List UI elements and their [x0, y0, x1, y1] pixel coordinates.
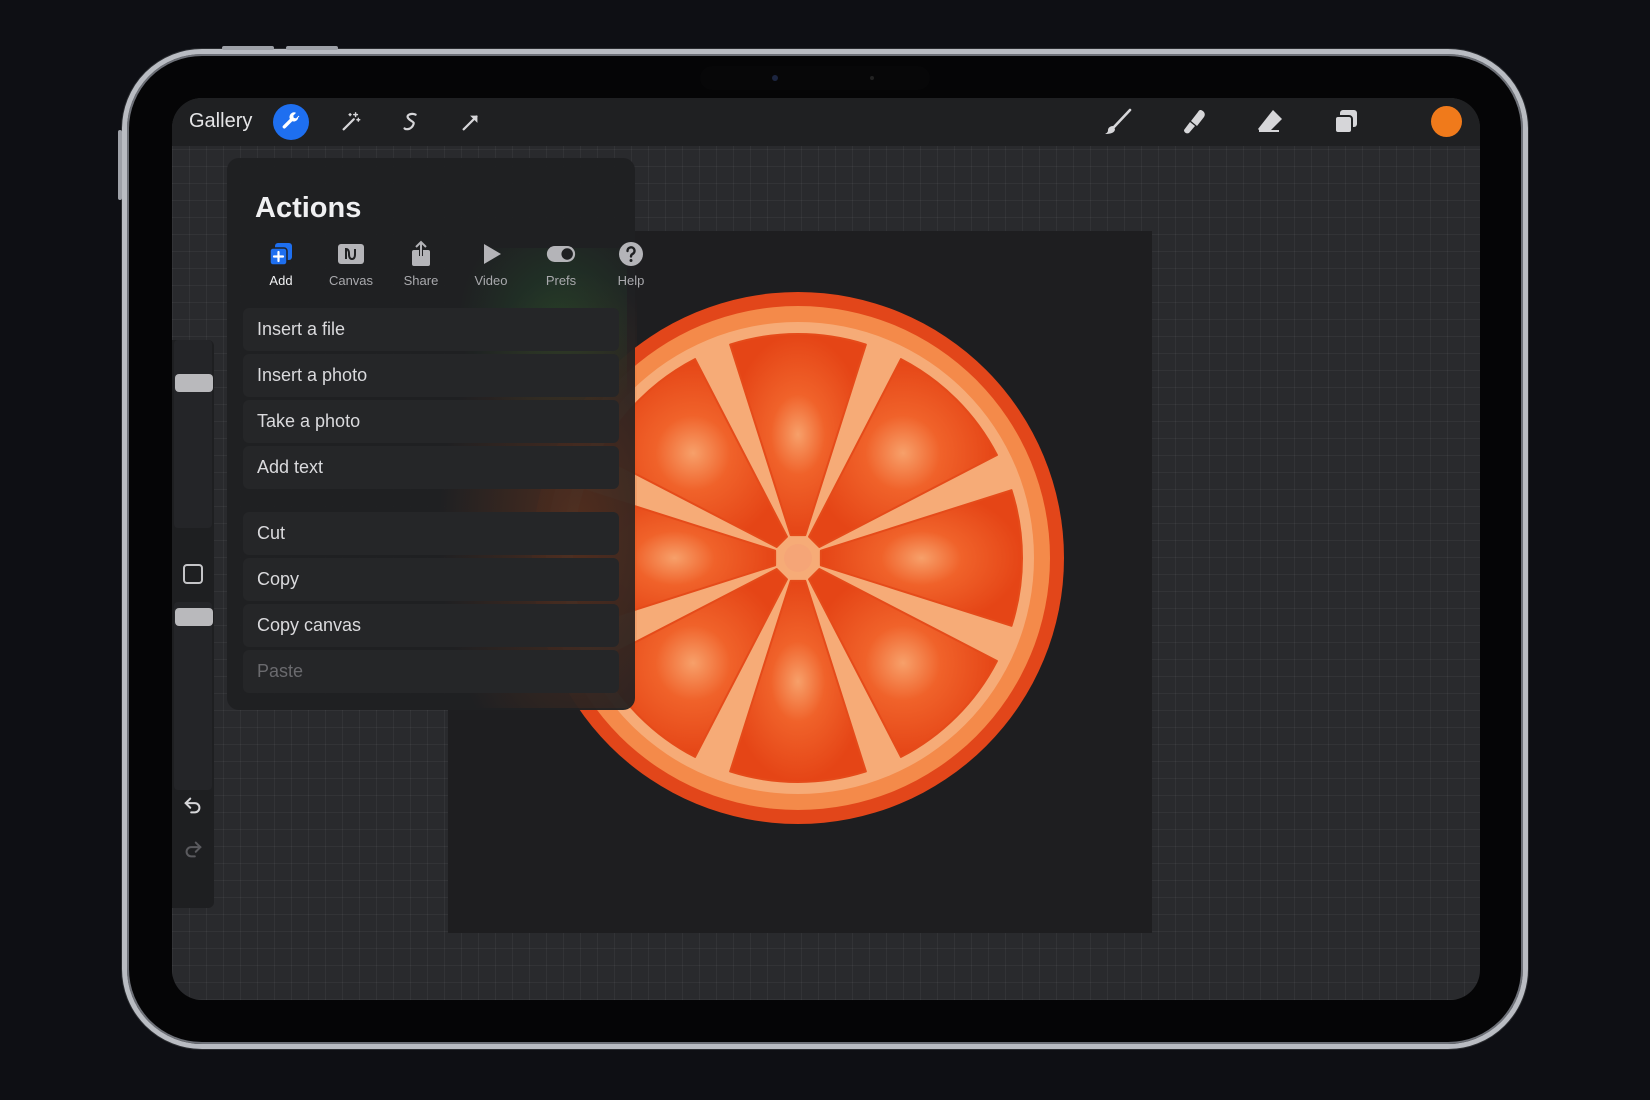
- camera-lens: [772, 75, 778, 81]
- insert-photo-item[interactable]: Insert a photo: [243, 354, 619, 397]
- tab-help[interactable]: Help: [601, 238, 661, 294]
- brush-icon[interactable]: [1100, 104, 1136, 140]
- actions-wrench-icon[interactable]: [273, 104, 309, 140]
- gallery-button[interactable]: Gallery: [189, 110, 252, 133]
- brush-size-slider[interactable]: [174, 340, 213, 528]
- tab-share[interactable]: Share: [391, 238, 451, 294]
- copy-item[interactable]: Copy: [243, 558, 619, 601]
- power-button: [118, 130, 122, 200]
- modify-square-button[interactable]: [183, 564, 203, 584]
- tab-prefs[interactable]: Prefs: [531, 238, 591, 294]
- tab-label: Add: [269, 273, 293, 288]
- transform-arrow-icon[interactable]: [453, 104, 489, 140]
- tab-label: Help: [617, 273, 645, 288]
- tab-video[interactable]: Video: [461, 238, 521, 294]
- cut-item[interactable]: Cut: [243, 512, 619, 555]
- actions-panel: Actions Add Canvas Share Video Prefs Hel…: [227, 158, 644, 710]
- redo-icon[interactable]: [180, 836, 206, 862]
- adjustments-magic-wand-icon[interactable]: [333, 104, 369, 140]
- tab-label: Share: [403, 273, 439, 288]
- insert-file-item[interactable]: Insert a file: [243, 308, 619, 351]
- paste-item[interactable]: Paste: [243, 650, 619, 693]
- color-picker-swatch[interactable]: [1431, 106, 1462, 137]
- panel-title: Actions: [255, 192, 362, 224]
- share-icon: [406, 240, 436, 268]
- eraser-icon[interactable]: [1252, 104, 1288, 140]
- help-icon: [616, 240, 646, 268]
- copy-canvas-item[interactable]: Copy canvas: [243, 604, 619, 647]
- camera-bar: [700, 66, 930, 90]
- orange-core: [784, 544, 812, 572]
- add-layer-icon: [266, 240, 296, 268]
- smudge-finger-icon[interactable]: [1176, 104, 1212, 140]
- opacity-thumb[interactable]: [175, 608, 213, 626]
- top-toolbar: Gallery: [172, 98, 1480, 146]
- layers-icon[interactable]: [1328, 104, 1364, 140]
- add-text-item[interactable]: Add text: [243, 446, 619, 489]
- tab-add[interactable]: Add: [251, 238, 311, 294]
- brush-size-thumb[interactable]: [175, 374, 213, 392]
- sensor: [870, 76, 874, 80]
- selection-s-icon[interactable]: [393, 104, 429, 140]
- volume-button: [286, 46, 338, 50]
- opacity-slider[interactable]: [174, 602, 213, 790]
- take-photo-item[interactable]: Take a photo: [243, 400, 619, 443]
- tab-label: Video: [474, 273, 508, 288]
- tab-canvas[interactable]: Canvas: [321, 238, 381, 294]
- left-sidebar: [172, 340, 214, 908]
- app-screen: Gallery Actions Add Canvas Share Video P…: [172, 98, 1480, 1000]
- undo-icon[interactable]: [180, 792, 206, 818]
- tab-label: Canvas: [328, 273, 374, 288]
- toggle-icon: [546, 240, 576, 268]
- tab-label: Prefs: [545, 273, 577, 288]
- canvas-icon: [336, 240, 366, 268]
- play-icon: [476, 240, 506, 268]
- volume-button: [222, 46, 274, 50]
